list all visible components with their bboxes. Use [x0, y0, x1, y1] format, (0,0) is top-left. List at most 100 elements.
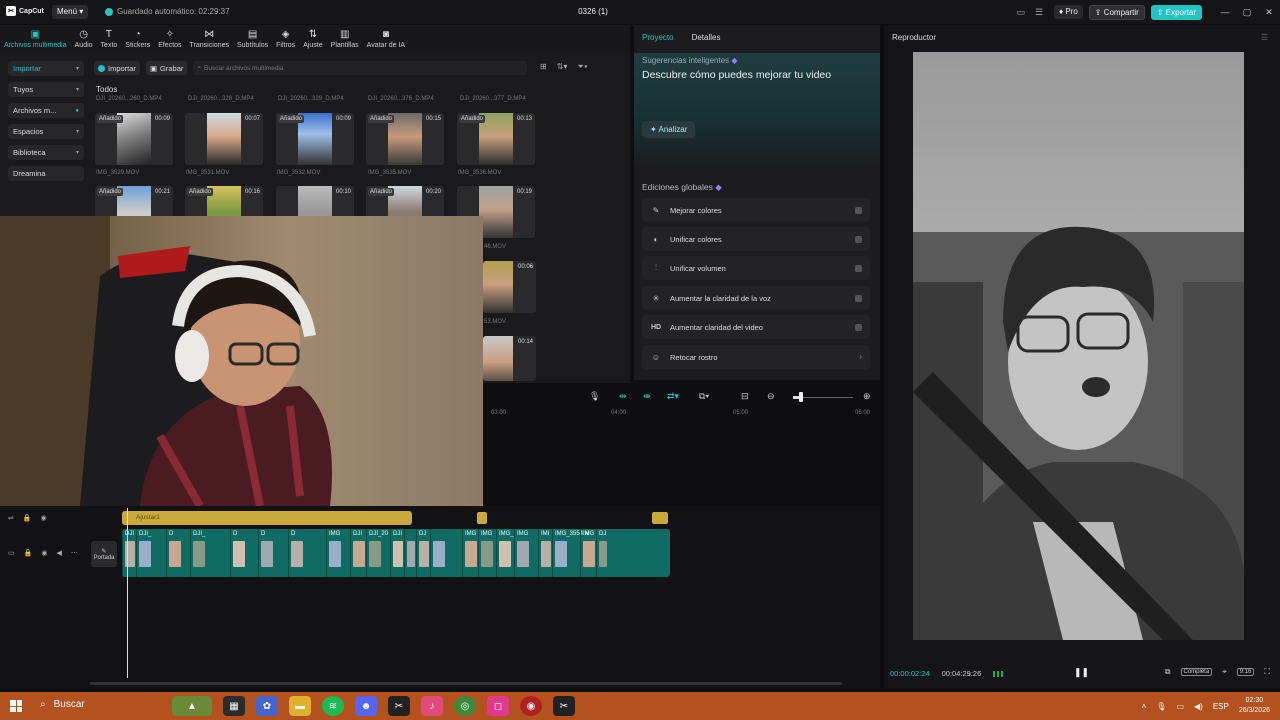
minimize-icon[interactable]: — — [1214, 7, 1236, 17]
sidebar-item-media-files[interactable]: Archivos m... ● — [8, 103, 84, 118]
timeline-clip[interactable]: IMI — [538, 529, 552, 577]
shortcuts-icon[interactable]: ☰ — [1030, 5, 1048, 19]
timeline-clip[interactable]: D — [288, 529, 326, 577]
global-edit-improve-colors[interactable]: ✎ Mejorar colores — [642, 198, 870, 222]
media-thumbnail[interactable]: Añadido 00:13 — [457, 113, 535, 165]
microphone-icon[interactable]: 🎙 — [589, 391, 600, 402]
audio-clip-small[interactable] — [477, 512, 487, 524]
timeline-scrollbar[interactable] — [90, 682, 842, 685]
audio-clip-small[interactable] — [652, 512, 668, 524]
share-button[interactable]: ⇪ Compartir — [1088, 4, 1145, 20]
timeline-clip[interactable]: DJI_ — [190, 529, 230, 577]
toggle-switch[interactable] — [855, 236, 862, 243]
chrome-icon[interactable]: ◎ — [454, 696, 476, 716]
sidebar-item-spaces[interactable]: Espacios ▾ — [8, 124, 84, 139]
global-edit-unify-volume[interactable]: ⫶ Unificar volumen — [642, 256, 870, 280]
volume-icon[interactable]: ◀) — [1194, 702, 1203, 711]
timeline-clip[interactable]: IMG — [514, 529, 538, 577]
media-thumbnail[interactable]: Añadido 00:09 — [276, 113, 354, 165]
tool-media[interactable]: ▣ Archivos multimedia — [0, 25, 71, 53]
copilot-icon[interactable]: ✿ — [256, 696, 278, 716]
timeline-clip[interactable] — [404, 529, 416, 577]
music-icon[interactable]: ♪ — [421, 696, 443, 716]
more-icon[interactable]: ⋯ — [71, 549, 78, 557]
sidebar-item-import[interactable]: Importar ▾ — [8, 61, 84, 76]
lock-icon[interactable]: 🔒 — [23, 514, 32, 522]
media-thumbnail[interactable]: 00:07 — [185, 113, 263, 165]
timeline-clip[interactable]: D — [258, 529, 288, 577]
link-clips-icon[interactable]: ⇹ — [619, 391, 627, 402]
maximize-icon[interactable]: ▢ — [1236, 7, 1258, 18]
track-settings-icon[interactable]: ⇌ — [8, 514, 14, 522]
tool-audio[interactable]: ◷ Audio — [71, 25, 97, 53]
timeline-clip[interactable]: D — [166, 529, 190, 577]
timeline-clip[interactable]: DJI — [122, 529, 136, 577]
tool-templates[interactable]: ▥ Plantillas — [327, 25, 363, 53]
media-search-input[interactable]: ⌕ Buscar archivos multimedia — [193, 61, 528, 75]
tool-filters[interactable]: ◈ Filtros — [272, 25, 299, 53]
timeline-clip[interactable]: IMG — [580, 529, 596, 577]
global-edit-unify-colors[interactable]: ◐ Unificar colores — [642, 227, 870, 251]
snap-icon[interactable]: ⇼ — [643, 391, 651, 402]
fullscreen-icon[interactable]: ⛶ — [1264, 667, 1270, 677]
timeline-clip[interactable]: IMG_3554.N — [552, 529, 589, 577]
quality-button[interactable]: Completa — [1180, 668, 1213, 676]
record-button[interactable]: ▣ Grabar — [145, 61, 188, 75]
speaker-icon[interactable]: ◀ — [56, 549, 61, 557]
cover-button[interactable]: ✎ Portada — [91, 541, 117, 567]
audio-clip[interactable]: Ajustar1 — [122, 511, 412, 525]
mic-tray-icon[interactable]: 🎙 — [1156, 702, 1166, 711]
focus-icon[interactable]: ⌖ — [1222, 667, 1227, 677]
tab-details[interactable]: Detalles — [692, 33, 721, 42]
sidebar-item-dreamina[interactable]: Dreamina — [8, 166, 84, 181]
tool-transitions[interactable]: ⋈ Transiciones — [186, 25, 233, 53]
timeline-clip[interactable]: DJ — [596, 529, 608, 577]
video-preview[interactable] — [913, 52, 1244, 640]
sidebar-item-library[interactable]: Biblioteca ▾ — [8, 145, 84, 160]
eye-icon[interactable]: ◉ — [41, 549, 47, 557]
chevron-up-icon[interactable]: ˄ — [1142, 702, 1147, 711]
timeline-clip[interactable]: IMG — [478, 529, 496, 577]
timeline-clip[interactable]: DJI — [390, 529, 404, 577]
filter-icon[interactable]: ⏷▾ — [577, 62, 587, 72]
tool-stickers[interactable]: ◔ Stickers — [121, 25, 154, 53]
timeline-clip[interactable]: DJ — [416, 529, 430, 577]
lock-icon[interactable]: 🔒 — [24, 549, 33, 557]
capcut-icon[interactable]: ✂ — [388, 696, 410, 716]
timeline-clip[interactable]: IMG_ — [496, 529, 514, 577]
export-button[interactable]: ⇧ Exportar — [1150, 4, 1202, 20]
timeline-clip[interactable]: D — [230, 529, 258, 577]
zoom-in-icon[interactable]: ⊕ — [863, 391, 871, 402]
discord-icon[interactable]: ☻ — [355, 696, 377, 716]
grid-view-icon[interactable]: ⊞ — [540, 62, 547, 72]
analyze-button[interactable]: ✦ Analizar — [642, 121, 696, 138]
zoom-slider-handle[interactable] — [799, 392, 803, 402]
tab-project[interactable]: Proyecto — [642, 33, 674, 42]
media-thumbnail[interactable]: Añadido 00:15 — [366, 113, 444, 165]
instagram-icon[interactable]: ◻ — [487, 696, 509, 716]
caption-icon[interactable]: ⊟ — [741, 391, 749, 402]
file-explorer-icon[interactable]: ▬ — [289, 696, 311, 716]
import-button[interactable]: Importar — [94, 61, 140, 75]
toggle-switch[interactable] — [855, 324, 862, 331]
aspect-ratio-button[interactable]: 9:16 — [1236, 668, 1255, 676]
linkage-icon[interactable]: ⇄▾ — [667, 391, 679, 402]
hamburger-icon[interactable]: ☰ — [1261, 33, 1268, 42]
global-edit-face-retouch[interactable]: ☺ Retocar rostro › — [642, 345, 870, 369]
pause-icon[interactable]: ❚❚ — [1074, 667, 1089, 678]
timeline-clip[interactable]: DJI_20 — [366, 529, 390, 577]
sort-icon[interactable]: ⇅▾ — [557, 62, 568, 72]
spotify-icon[interactable]: ≋ — [322, 696, 344, 716]
windows-start-icon[interactable] — [10, 700, 22, 712]
task-view-icon[interactable]: ▦ — [223, 696, 245, 716]
timeline-clip[interactable]: DJI — [350, 529, 366, 577]
video-track[interactable]: DJI DJI_ D DJI_ D D D IMG DJI DJI_20 DJI DJ IMG IMG IM… — [122, 529, 670, 577]
close-icon[interactable]: ✕ — [1258, 7, 1280, 18]
global-edit-voice-clarity[interactable]: ✳ Aumentar la claridad de la voz — [642, 286, 870, 310]
layout-icon[interactable]: ▭ — [1012, 5, 1030, 19]
preview-axis-icon[interactable]: ⧉▾ — [699, 391, 709, 402]
menu-button[interactable]: Menú ▾ — [52, 5, 89, 19]
eye-icon[interactable]: ◉ — [41, 514, 47, 522]
playhead[interactable] — [127, 508, 128, 678]
timeline-clip[interactable] — [430, 529, 462, 577]
